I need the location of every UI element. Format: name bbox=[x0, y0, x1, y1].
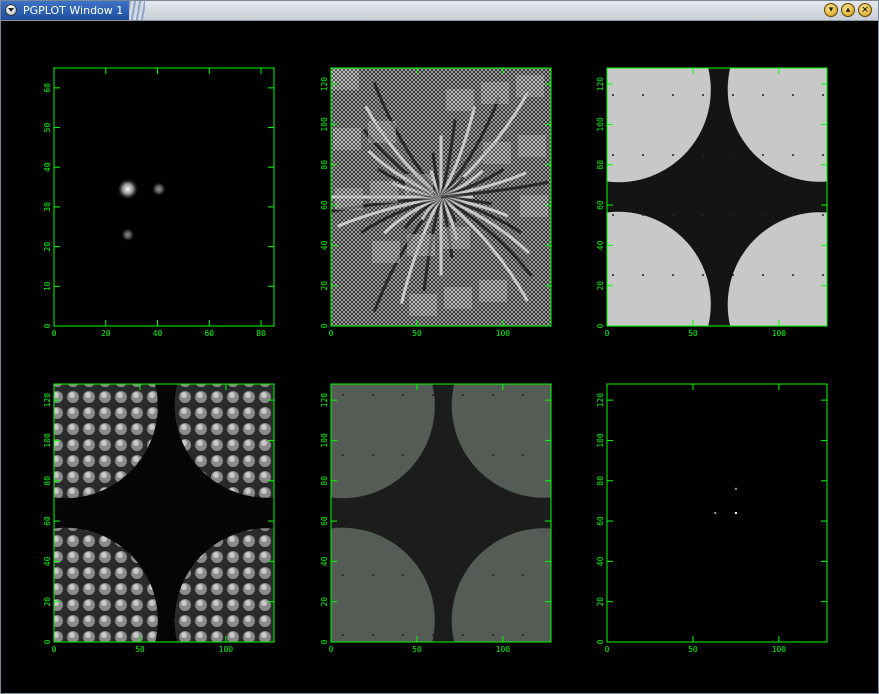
y-tick-label: 120 bbox=[320, 393, 329, 408]
y-tick-label: 100 bbox=[43, 433, 52, 448]
y-tick-label: 60 bbox=[320, 200, 329, 210]
x-tick-label: 0 bbox=[329, 645, 334, 654]
y-tick-label: 30 bbox=[43, 202, 52, 212]
y-tick-label: 60 bbox=[596, 516, 605, 526]
y-tick-label: 120 bbox=[596, 77, 605, 92]
x-tick-label: 0 bbox=[605, 329, 610, 338]
y-tick-label: 20 bbox=[320, 597, 329, 607]
y-tick-label: 80 bbox=[596, 476, 605, 486]
image-point bbox=[734, 512, 737, 514]
x-tick-label: 0 bbox=[52, 645, 57, 654]
x-tick-label: 0 bbox=[52, 329, 57, 338]
title-tab[interactable]: PGPLOT Window 1 bbox=[1, 1, 145, 20]
x-tick-label: 100 bbox=[772, 329, 787, 338]
y-tick-label: 40 bbox=[43, 162, 52, 172]
close-icon[interactable]: × bbox=[858, 3, 872, 17]
x-tick-label: 100 bbox=[219, 645, 234, 654]
y-tick-label: 40 bbox=[320, 240, 329, 250]
y-tick-label: 100 bbox=[596, 433, 605, 448]
y-tick-label: 120 bbox=[596, 393, 605, 408]
y-tick-label: 0 bbox=[43, 639, 52, 644]
y-tick-label: 20 bbox=[43, 242, 52, 252]
y-tick-label: 60 bbox=[320, 516, 329, 526]
y-tick-label: 120 bbox=[320, 77, 329, 92]
x-tick-label: 20 bbox=[101, 329, 111, 338]
plot-panel-2: 0 50 100 0 20 40 60 80 100 120 bbox=[320, 67, 552, 338]
y-tick-label: 80 bbox=[43, 476, 52, 486]
y-tick-label: 10 bbox=[43, 281, 52, 291]
plot-canvas: 0 20 40 60 80 0 10 20 30 40 50 60 0 50 100 0 20 40 60 80 100… bbox=[43, 67, 828, 654]
y-tick-label: 50 bbox=[43, 123, 52, 133]
plot-panel-1: 0 20 40 60 80 0 10 20 30 40 50 60 bbox=[43, 67, 275, 338]
x-tick-label: 80 bbox=[256, 329, 266, 338]
y-tick-label: 0 bbox=[596, 323, 605, 328]
plot-panel-6: 0 50 100 0 20 40 60 80 100 120 bbox=[596, 383, 828, 654]
y-tick-label: 100 bbox=[320, 433, 329, 448]
x-tick-label: 50 bbox=[412, 329, 422, 338]
image-point bbox=[734, 487, 737, 490]
plot-panel-3: 0 50 100 0 20 40 60 80 100 120 bbox=[596, 67, 828, 338]
y-tick-label: 20 bbox=[596, 597, 605, 607]
image-2 bbox=[331, 68, 551, 326]
y-tick-label: 100 bbox=[320, 117, 329, 132]
image-spot bbox=[151, 181, 167, 197]
y-tick-label: 0 bbox=[43, 323, 52, 328]
image-4 bbox=[54, 384, 274, 642]
minimize-icon[interactable]: ▾ bbox=[824, 3, 838, 17]
x-tick-label: 50 bbox=[688, 329, 698, 338]
menu-icon[interactable] bbox=[5, 4, 17, 16]
x-tick-label: 50 bbox=[688, 645, 698, 654]
image-spot bbox=[116, 178, 139, 201]
y-tick-label: 20 bbox=[596, 281, 605, 291]
x-tick-label: 40 bbox=[153, 329, 163, 338]
y-tick-label: 20 bbox=[320, 281, 329, 291]
image-6 bbox=[607, 384, 827, 642]
y-tick-label: 60 bbox=[43, 516, 52, 526]
y-tick-label: 0 bbox=[320, 323, 329, 328]
x-tick-label: 0 bbox=[605, 645, 610, 654]
pgplot-window: PGPLOT Window 1 ▾ ▴ × 0 20 40 60 80 0 10… bbox=[0, 0, 879, 694]
y-tick-label: 80 bbox=[320, 160, 329, 170]
plot-panel-4: 0 50 100 0 20 40 60 80 100 120 bbox=[43, 383, 275, 654]
y-tick-label: 40 bbox=[596, 556, 605, 566]
image-spot bbox=[120, 227, 135, 242]
y-tick-label: 40 bbox=[596, 240, 605, 250]
window-title: PGPLOT Window 1 bbox=[23, 4, 124, 17]
y-tick-label: 80 bbox=[596, 160, 605, 170]
x-tick-label: 100 bbox=[772, 645, 787, 654]
y-tick-label: 60 bbox=[43, 83, 52, 93]
x-tick-label: 100 bbox=[496, 645, 511, 654]
maximize-icon[interactable]: ▴ bbox=[841, 3, 855, 17]
y-tick-label: 20 bbox=[43, 597, 52, 607]
y-tick-label: 0 bbox=[596, 639, 605, 644]
image-1 bbox=[54, 68, 274, 326]
y-tick-label: 40 bbox=[43, 556, 52, 566]
y-tick-label: 40 bbox=[320, 556, 329, 566]
y-tick-label: 80 bbox=[320, 476, 329, 486]
title-bar[interactable]: PGPLOT Window 1 ▾ ▴ × bbox=[1, 1, 878, 21]
image-point bbox=[714, 512, 717, 514]
plot-panel-5: 0 50 100 0 20 40 60 80 100 120 bbox=[320, 383, 552, 654]
y-tick-label: 0 bbox=[320, 639, 329, 644]
y-tick-label: 100 bbox=[596, 117, 605, 132]
x-tick-label: 100 bbox=[496, 329, 511, 338]
x-tick-label: 50 bbox=[135, 645, 145, 654]
image-5 bbox=[331, 384, 551, 642]
y-tick-label: 60 bbox=[596, 200, 605, 210]
x-tick-label: 50 bbox=[412, 645, 422, 654]
image-3 bbox=[607, 68, 827, 326]
x-tick-label: 0 bbox=[329, 329, 334, 338]
y-tick-label: 120 bbox=[43, 393, 52, 408]
x-tick-label: 60 bbox=[204, 329, 214, 338]
